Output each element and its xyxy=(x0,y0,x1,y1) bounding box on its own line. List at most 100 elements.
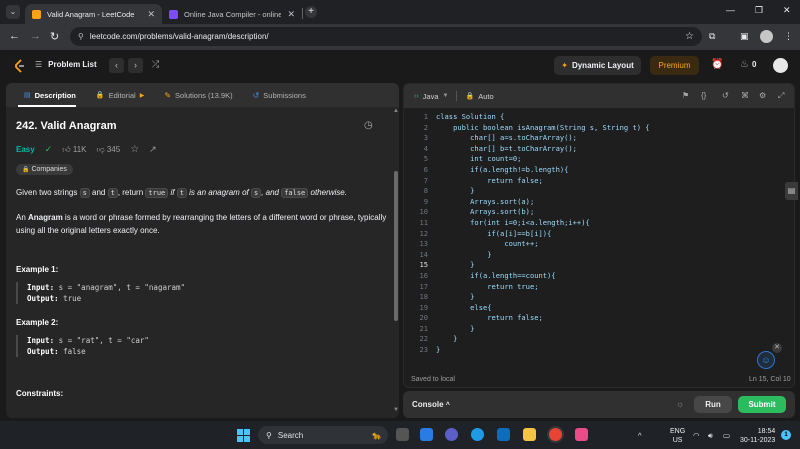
code-line[interactable]: 18 } xyxy=(404,292,794,303)
tab-solutions[interactable]: ✎ Solutions (13.9K) xyxy=(154,83,242,107)
auto-mode-toggle[interactable]: 🔒 Auto xyxy=(465,92,493,101)
streak-flame-icon[interactable]: ♨ xyxy=(740,59,749,70)
code-text[interactable]: char[] b=t.toCharArray(); xyxy=(436,144,577,155)
tab-description[interactable]: ▤ Description xyxy=(14,83,86,107)
taskbar-search[interactable]: ⚲ Search 🐆 xyxy=(258,426,388,444)
code-text[interactable]: } xyxy=(436,292,474,303)
code-line[interactable]: 9 Arrays.sort(a); xyxy=(404,197,794,208)
run-button[interactable]: Run xyxy=(694,396,732,413)
code-text[interactable]: } xyxy=(436,260,474,271)
dislike-button[interactable]: 👎︎ 345 xyxy=(96,145,120,155)
code-text[interactable]: } xyxy=(436,250,491,261)
code-line[interactable]: 7 return false; xyxy=(404,176,794,187)
timer-icon[interactable]: ◷ xyxy=(364,120,373,131)
code-text[interactable]: } xyxy=(436,345,440,356)
code-text[interactable]: class Solution { xyxy=(436,112,504,123)
code-line[interactable]: 23} xyxy=(404,345,794,356)
battery-icon[interactable]: ▭ xyxy=(723,431,730,440)
code-text[interactable]: } xyxy=(436,324,474,335)
code-line[interactable]: 2 public boolean isAnagram(String s, Str… xyxy=(404,123,794,134)
code-text[interactable]: return false; xyxy=(436,176,543,187)
favorite-star-icon[interactable]: ☆ xyxy=(130,144,139,155)
back-icon[interactable]: ← xyxy=(9,30,20,42)
file-explorer-icon[interactable] xyxy=(523,428,536,441)
code-text[interactable]: if(a[i]==b[i]){ xyxy=(436,229,551,240)
store-app-icon[interactable] xyxy=(575,428,588,441)
braces-icon[interactable]: {} xyxy=(701,91,706,100)
code-line[interactable]: 4 char[] b=t.toCharArray(); xyxy=(404,144,794,155)
restore-icon[interactable]: ❐ xyxy=(755,5,763,16)
mail-icon[interactable] xyxy=(497,428,510,441)
like-button[interactable]: 👍︎ 11K xyxy=(62,145,86,155)
chat-assistant-button[interactable]: ☺ xyxy=(757,351,775,369)
code-line[interactable]: 13 count++; xyxy=(404,239,794,250)
code-line[interactable]: 19 else{ xyxy=(404,303,794,314)
shuffle-icon[interactable]: ⤮ xyxy=(152,59,159,70)
code-text[interactable]: } xyxy=(436,334,457,345)
alarm-clock-icon[interactable]: ⏰ xyxy=(711,59,723,70)
side-notes-icon[interactable]: ▤ xyxy=(785,182,798,200)
wifi-icon[interactable]: ◠ xyxy=(693,431,700,440)
minimize-icon[interactable]: — xyxy=(726,5,735,15)
code-text[interactable]: if(a.length==count){ xyxy=(436,271,555,282)
code-text[interactable]: Arrays.sort(b); xyxy=(436,207,534,218)
leetcode-logo-icon[interactable] xyxy=(13,59,26,73)
reset-icon[interactable]: ↺ xyxy=(722,91,729,100)
forward-icon[interactable]: → xyxy=(30,30,41,42)
code-line[interactable]: 5 int count=0; xyxy=(404,154,794,165)
new-tab-button[interactable]: + xyxy=(305,6,317,18)
browser-tab-compiler[interactable]: Online Java Compiler - online e ✕ xyxy=(162,4,302,24)
browser-tab-leetcode[interactable]: Valid Anagram - LeetCode ✕ xyxy=(25,4,162,24)
companies-tag[interactable]: 🔒 Companies xyxy=(16,164,73,175)
code-text[interactable]: count++; xyxy=(436,239,538,250)
code-text[interactable]: Arrays.sort(a); xyxy=(436,197,534,208)
bookmark-star-icon[interactable]: ☆ xyxy=(685,31,694,42)
expand-icon[interactable]: ⤢ xyxy=(778,91,784,101)
debug-icon[interactable]: ☼ xyxy=(676,399,684,409)
side-panel-icon[interactable]: ▣ xyxy=(740,31,749,42)
tab-submissions[interactable]: ↺ Submissions xyxy=(243,83,316,107)
problem-list-link[interactable]: ☰ Problem List xyxy=(35,60,97,69)
system-clock[interactable]: 18:54 30-11-2023 xyxy=(740,427,775,445)
url-text[interactable]: leetcode.com/problems/valid-anagram/desc… xyxy=(90,32,679,41)
premium-button[interactable]: Premium xyxy=(650,56,699,75)
code-line[interactable]: 17 return true; xyxy=(404,282,794,293)
dismiss-chat-icon[interactable]: ✕ xyxy=(772,343,782,353)
code-line[interactable]: 20 return false; xyxy=(404,313,794,324)
close-tab-icon[interactable]: ✕ xyxy=(287,9,295,20)
site-info-icon[interactable]: ⚲ xyxy=(78,32,84,41)
close-tab-icon[interactable]: ✕ xyxy=(147,9,155,20)
code-text[interactable]: public boolean isAnagram(String s, Strin… xyxy=(436,123,649,134)
notification-badge[interactable]: 1 xyxy=(781,430,791,440)
tab-search-icon[interactable]: ⌄ xyxy=(6,5,20,19)
address-bar[interactable]: ⚲ leetcode.com/problems/valid-anagram/de… xyxy=(70,27,702,46)
extensions-icon[interactable]: ⧉ xyxy=(709,31,715,42)
prev-problem-button[interactable]: ‹ xyxy=(109,58,124,73)
code-text[interactable]: if(a.length!=b.length){ xyxy=(436,165,568,176)
code-text[interactable]: } xyxy=(436,186,474,197)
next-problem-button[interactable]: › xyxy=(128,58,143,73)
user-avatar[interactable] xyxy=(773,58,788,73)
submit-button[interactable]: Submit xyxy=(738,396,786,413)
code-line[interactable]: 8 } xyxy=(404,186,794,197)
code-line[interactable]: 1 class Solution { xyxy=(404,112,794,123)
language-selector[interactable]: ‹› Java ▼ xyxy=(414,92,448,101)
widgets-icon[interactable] xyxy=(420,428,433,441)
code-line[interactable]: 21 } xyxy=(404,324,794,335)
bookmark-icon[interactable]: ⚑ xyxy=(682,91,689,100)
settings-gear-icon[interactable]: ⚙ xyxy=(759,91,766,100)
code-line[interactable]: 15 } xyxy=(404,260,794,271)
task-view-icon[interactable] xyxy=(396,428,409,441)
language-indicator[interactable]: ENG US xyxy=(670,427,685,445)
left-scrollbar[interactable] xyxy=(394,171,398,321)
chevron-up-tray-icon[interactable]: ^ xyxy=(638,431,642,440)
profile-avatar[interactable] xyxy=(760,30,773,43)
code-text[interactable]: char[] a=s.toCharArray(); xyxy=(436,133,577,144)
console-toggle[interactable]: Console ^ xyxy=(412,400,450,409)
tab-editorial[interactable]: 🔒 Editorial ▶ xyxy=(86,83,154,107)
code-text[interactable]: else{ xyxy=(436,303,491,314)
teams-chat-icon[interactable] xyxy=(445,428,458,441)
code-line[interactable]: 12 if(a[i]==b[i]){ xyxy=(404,229,794,240)
code-text[interactable]: return true; xyxy=(436,282,538,293)
close-window-icon[interactable]: ✕ xyxy=(783,5,791,16)
